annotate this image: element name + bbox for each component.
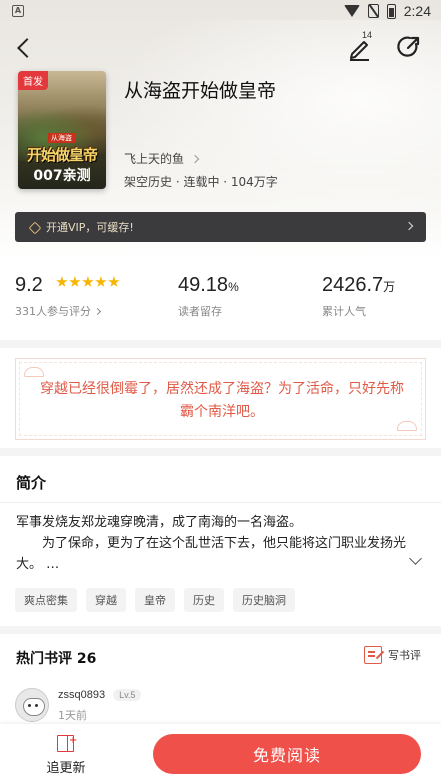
intro-line: 为了保命，更为了在这个乱世活下去，他只能将这门职业发扬光大。 … — [16, 536, 407, 572]
rating-count: 331人参与评分 — [15, 305, 91, 318]
retention-stat: 49.18% 读者留存 — [178, 274, 239, 319]
star-icon — [95, 276, 107, 287]
retention-value: 49.18 — [178, 274, 229, 296]
vip-banner[interactable]: 开通VIP，可缓存! — [15, 212, 426, 242]
status-time: 2:24 — [403, 3, 431, 19]
tag-item[interactable]: 历史 — [184, 588, 224, 612]
star-icon — [82, 276, 94, 287]
rating-value: 9.2 — [15, 274, 43, 296]
tagline-card: 穿越已经很倒霉了，居然还成了海盗？为了活命，只好先称霸个南洋吧。 — [15, 358, 426, 440]
section-divider — [0, 448, 441, 456]
popularity-label: 累计人气 — [322, 305, 366, 318]
chevron-right-icon — [404, 221, 414, 231]
popularity-unit: 万 — [383, 280, 396, 294]
notification-icon: A — [12, 5, 24, 17]
section-divider — [0, 626, 441, 634]
bookshelf-add-icon: + — [56, 734, 77, 752]
author-name: 飞上天的鱼 — [124, 152, 185, 166]
cloud-ornament-icon — [24, 367, 44, 377]
tag-item[interactable]: 历史脑洞 — [233, 588, 295, 612]
write-review-icon — [364, 646, 382, 664]
chevron-right-icon — [190, 154, 200, 163]
book-title: 从海盗开始做皇帝 — [124, 80, 277, 102]
battery-icon — [386, 3, 396, 19]
rating-stat[interactable]: 9.2 331人参与评分 — [15, 274, 120, 319]
bottom-action-bar: + 追更新 免费阅读 — [0, 724, 441, 784]
review-time: 1天前 — [58, 709, 87, 722]
free-read-button[interactable]: 免费阅读 — [153, 734, 421, 774]
retention-unit: % — [228, 280, 239, 294]
intro-line: 军事发烧友郑龙魂穿晚清，成了南海的一名海盗。 — [16, 515, 303, 530]
reviews-heading: 热门书评 26 — [16, 651, 97, 667]
star-icon — [69, 276, 81, 287]
cover-tag: 007亲测 — [33, 168, 91, 184]
retention-label: 读者留存 — [178, 305, 222, 318]
book-meta: 架空历史 · 连载中 · 104万字 — [124, 175, 278, 189]
divider — [0, 502, 441, 503]
wifi-icon — [343, 5, 360, 17]
back-button[interactable] — [14, 36, 36, 60]
intro-text[interactable]: 军事发烧友郑龙魂穿晚清，成了南海的一名海盗。 为了保命，更为了在这个乱世活下去，… — [16, 512, 426, 575]
edit-count: 14 — [362, 30, 373, 40]
user-level-badge: Lv.5 — [113, 689, 142, 701]
section-divider — [0, 340, 441, 348]
write-review-button[interactable]: 写书评 — [364, 646, 421, 664]
rating-stars — [56, 276, 120, 288]
book-cover[interactable]: 首发 从海盗 开始做皇帝 007亲测 — [18, 71, 106, 189]
avatar[interactable] — [15, 688, 49, 722]
nav-bar: 14 — [0, 30, 441, 66]
status-bar: A 2:24 — [0, 0, 441, 24]
review-username[interactable]: zssq0893 — [58, 689, 105, 701]
diamond-icon — [29, 222, 40, 233]
tag-list: 爽点密集 穿越 皇帝 历史 历史脑洞 — [15, 588, 295, 612]
no-sim-icon — [367, 4, 379, 18]
cover-title: 开始做皇帝 — [26, 146, 98, 164]
star-icon — [108, 276, 120, 287]
tagline-text: 穿越已经很倒霉了，居然还成了海盗？为了活命，只好先称霸个南洋吧。 — [40, 381, 404, 420]
cover-subtitle: 从海盗 — [48, 133, 75, 143]
chevron-right-icon — [93, 307, 102, 315]
intro-heading: 简介 — [16, 474, 47, 492]
popularity-stat: 2426.7万 累计人气 — [322, 274, 395, 319]
first-release-badge: 首发 — [18, 71, 48, 90]
share-icon[interactable] — [396, 34, 422, 60]
tag-item[interactable]: 皇帝 — [135, 588, 175, 612]
follow-updates-button[interactable]: + 追更新 — [38, 734, 94, 776]
author-link[interactable]: 飞上天的鱼 — [124, 150, 200, 167]
write-review-label: 写书评 — [388, 649, 421, 662]
popularity-value: 2426.7 — [322, 274, 384, 296]
tag-item[interactable]: 穿越 — [86, 588, 126, 612]
review-user: zssq0893 Lv.5 — [58, 689, 142, 701]
vip-text: 开通VIP，可缓存! — [46, 221, 134, 234]
star-icon — [56, 276, 68, 287]
follow-updates-label: 追更新 — [46, 761, 86, 776]
tag-item[interactable]: 爽点密集 — [15, 588, 77, 612]
